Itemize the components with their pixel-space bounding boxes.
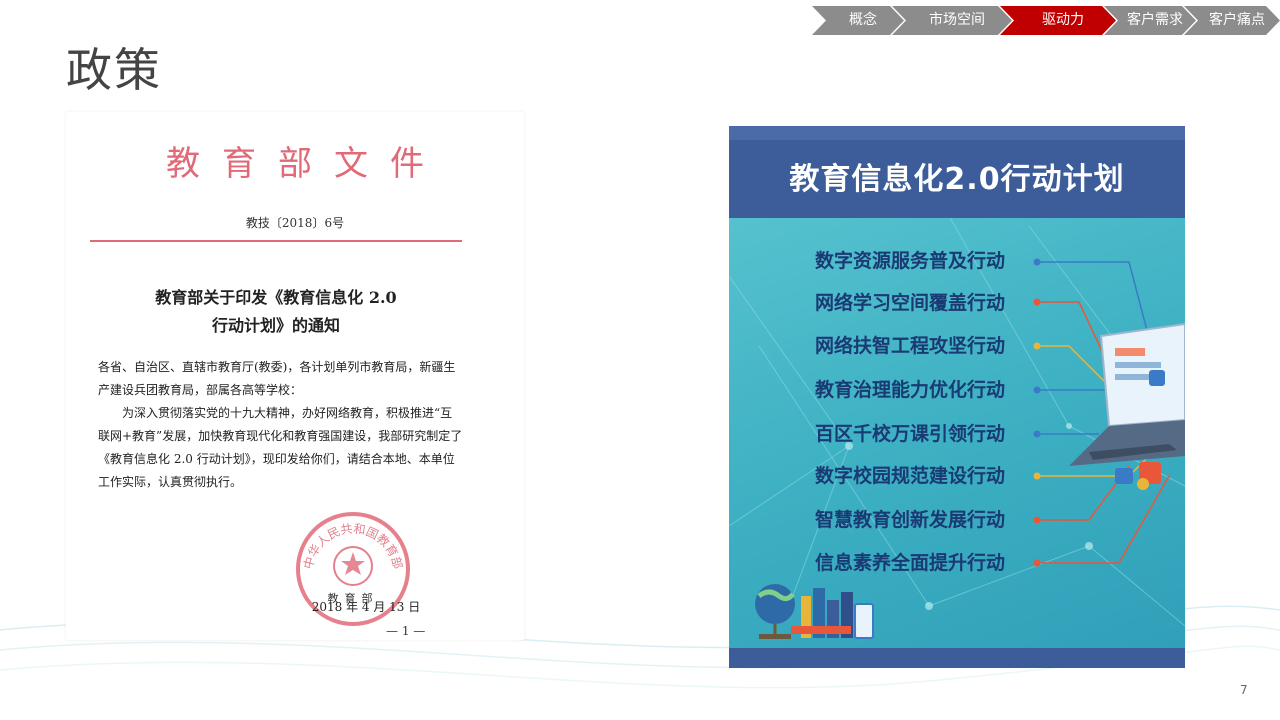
nav-tab-market[interactable]: 市场空间 xyxy=(892,6,1012,35)
plan-item: 百区千校万课引领行动 xyxy=(815,423,1006,445)
document-date: 2018 年 4 月 13 日 xyxy=(311,600,421,614)
nav-tab-customer-needs[interactable]: 客户需求 xyxy=(1104,6,1196,35)
books-globe-icon xyxy=(755,584,874,639)
plan-item: 教育治理能力优化行动 xyxy=(815,379,1006,401)
policy-document-image: 教育部文件 教技〔2018〕6号 教育部关于印发《教育信息化 2.0 行动计划》… xyxy=(66,112,524,640)
document-body: 各省、自治区、直辖市教育厅(教委)，各计划单列市教育局，新疆生产建设兵团教育局，… xyxy=(98,356,464,494)
document-number: 教技〔2018〕6号 xyxy=(245,216,345,230)
document-red-rule xyxy=(90,240,462,242)
poster-footer-bar xyxy=(729,648,1185,668)
plan-item: 信息素养全面提升行动 xyxy=(815,552,1006,574)
document-header: 教育部文件 xyxy=(166,144,446,184)
poster-title: 教育信息化2.0行动计划 xyxy=(789,162,1125,197)
nav-tab-concept[interactable]: 概念 xyxy=(812,6,904,35)
document-paragraph: 为深入贯彻落实党的十九大精神，办好网络教育，积极推进“互联网+教育”发展，加快教… xyxy=(98,406,463,489)
breadcrumb-nav: 概念 市场空间 驱动力 客户需求 客户痛点 xyxy=(812,6,1280,35)
plan-item: 数字资源服务普及行动 xyxy=(815,250,1006,272)
plan-item: 数字校园规范建设行动 xyxy=(815,465,1006,487)
nav-tab-customer-pain[interactable]: 客户痛点 xyxy=(1184,6,1280,35)
slide: 政策 概念 市场空间 驱动力 客户需求 客户痛点 教育部文件 教技〔2018〕6… xyxy=(0,0,1280,720)
plan-item: 智慧教育创新发展行动 xyxy=(815,509,1006,531)
plan-item: 网络学习空间覆盖行动 xyxy=(815,292,1006,314)
document-page-mark: — 1 — xyxy=(386,624,426,638)
document-title: 教育部关于印发《教育信息化 2.0 行动计划》的通知 xyxy=(155,288,397,335)
nav-tab-drivers[interactable]: 驱动力 xyxy=(1000,6,1116,35)
plan-item: 网络扶智工程攻坚行动 xyxy=(815,335,1006,357)
laptop-icon xyxy=(1069,322,1185,490)
document-addressee: 各省、自治区、直辖市教育厅(教委)，各计划单列市教育局，新疆生产建设兵团教育局，… xyxy=(98,360,456,397)
page-title: 政策 xyxy=(66,43,162,97)
page-number: 7 xyxy=(1240,683,1248,697)
action-plan-poster: 教育信息化2.0行动计划 数字资源服务普及行动 网络学习空间覆盖行动 网络扶智工… xyxy=(729,126,1185,668)
